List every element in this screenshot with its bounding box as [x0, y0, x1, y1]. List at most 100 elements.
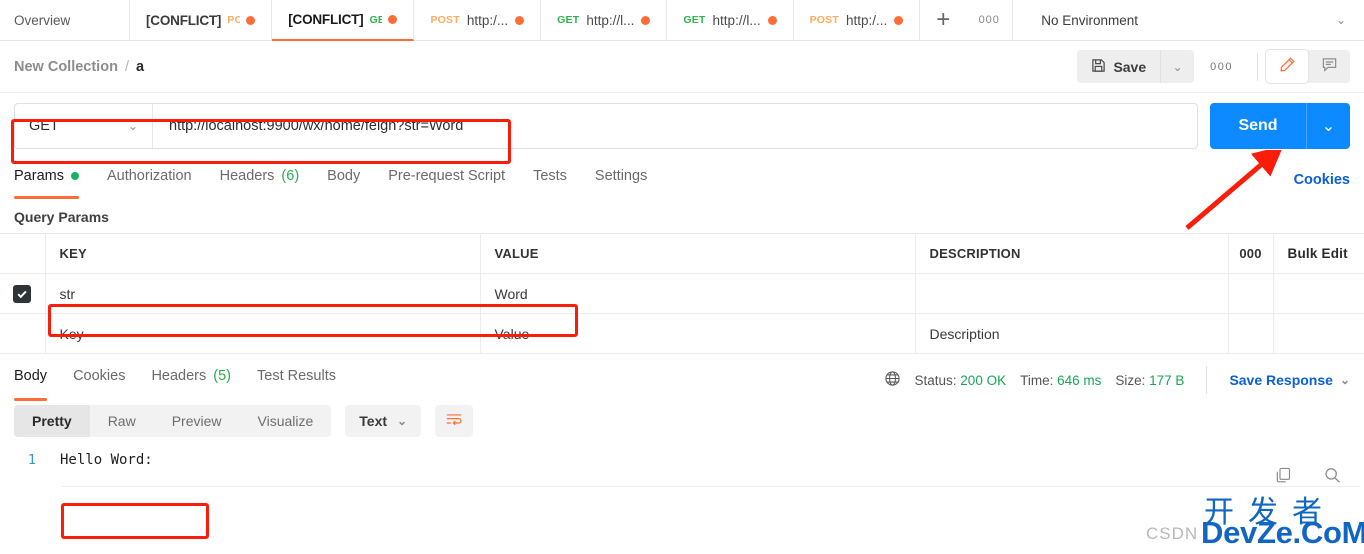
response-view-tabs: Pretty Raw Preview Visualize [14, 405, 332, 437]
tab-overview[interactable]: Overview [0, 0, 130, 40]
breadcrumb-row: New Collection / a Save ⌄ 000 [0, 41, 1364, 93]
save-label: Save [1113, 58, 1147, 75]
tab-settings[interactable]: Settings [595, 161, 647, 199]
chevron-down-icon: ⌄ [1335, 13, 1346, 27]
save-response-label: Save Response [1229, 372, 1333, 388]
divider [1206, 366, 1208, 394]
tab-bar: Overview [CONFLICT] PO [CONFLICT] GE POS… [0, 0, 1364, 41]
table-row: str Word [0, 273, 1364, 314]
tab-request-3[interactable]: POST http:/... [414, 0, 542, 40]
tab-conflict-2[interactable]: [CONFLICT] GE [272, 0, 415, 41]
response-body-text[interactable]: Hello Word: [54, 449, 159, 471]
request-tabs-list: Params Authorization Headers (6) Body Pr… [14, 161, 647, 199]
tab-request-4[interactable]: GET http://l... [541, 0, 668, 40]
response-tab-headers[interactable]: Headers (5) [151, 359, 231, 401]
edit-mode-button[interactable] [1266, 50, 1308, 83]
view-mode-toggle [1266, 50, 1350, 83]
comment-button[interactable] [1308, 50, 1350, 83]
row-value-input[interactable]: Word [480, 273, 916, 314]
tab-method: GET [557, 14, 580, 26]
time-group: Time: 646 ms [1020, 373, 1101, 388]
table-header-row: KEY VALUE DESCRIPTION 000 Bulk Edit [0, 233, 1364, 274]
request-more-button[interactable]: 000 [1194, 61, 1249, 73]
send-group: Send ⌄ [1210, 103, 1350, 149]
response-format-row: Pretty Raw Preview Visualize Text ⌄ [0, 401, 1364, 443]
new-row-value-input[interactable]: Value [480, 313, 916, 354]
url-value: http://localhost:9900/wx/home/feign?str=… [169, 118, 464, 134]
query-params-title: Query Params [14, 209, 109, 225]
tab-pre-request-script[interactable]: Pre-request Script [388, 161, 505, 199]
unsaved-dot-icon [388, 15, 398, 24]
unsaved-dot-icon [641, 15, 651, 25]
response-tab-cookies[interactable]: Cookies [73, 359, 125, 401]
environment-selector[interactable]: No Environment ⌄ [1013, 0, 1364, 40]
tab-label: Headers [151, 368, 207, 384]
bulk-edit-button[interactable]: Bulk Edit [1288, 246, 1348, 261]
tab-label: Body [327, 168, 361, 184]
cookies-link[interactable]: Cookies [1294, 172, 1350, 188]
tab-overflow-button[interactable]: 000 [966, 0, 1012, 40]
tab-conflict-1[interactable]: [CONFLICT] PO [130, 0, 273, 40]
row-checkbox[interactable] [13, 284, 32, 303]
send-button[interactable]: Send [1210, 103, 1306, 149]
header-description: DESCRIPTION [915, 233, 1229, 274]
status-group: Status: 200 OK [915, 373, 1007, 388]
save-button[interactable]: Save [1077, 50, 1161, 83]
tab-title: http:/... [845, 12, 888, 28]
view-raw[interactable]: Raw [90, 405, 154, 437]
header-value: VALUE [480, 233, 916, 274]
breadcrumb-collection[interactable]: New Collection [14, 59, 118, 75]
row-key-input[interactable]: str [45, 273, 481, 314]
word-wrap-icon [445, 411, 463, 432]
search-icon[interactable] [1323, 466, 1342, 490]
params-active-dot-icon [70, 172, 79, 180]
view-pretty[interactable]: Pretty [14, 405, 90, 437]
request-actions: Save ⌄ 000 [1077, 50, 1350, 83]
tab-request-5[interactable]: GET http://l... [667, 0, 794, 40]
word-wrap-button[interactable] [435, 405, 474, 437]
unsaved-dot-icon [894, 15, 904, 25]
response-body: 1 Hello Word: [0, 443, 1364, 487]
new-row-description-input[interactable]: Description [915, 313, 1229, 354]
new-tab-button[interactable]: + [920, 0, 966, 40]
save-options-button[interactable]: ⌄ [1160, 50, 1195, 83]
response-tab-body[interactable]: Body [14, 359, 48, 401]
query-params-table: KEY VALUE DESCRIPTION 000 Bulk Edit str … [0, 233, 1364, 354]
tab-title: [CONFLICT] [288, 12, 364, 27]
comment-icon [1321, 56, 1338, 78]
tab-request-6[interactable]: POST http:/... [794, 0, 921, 40]
tab-label: Cookies [73, 368, 126, 384]
globe-icon[interactable] [884, 370, 901, 390]
tab-authorization[interactable]: Authorization [107, 161, 192, 199]
row-description-input[interactable] [915, 273, 1229, 314]
tab-body[interactable]: Body [327, 161, 360, 199]
url-input[interactable]: http://localhost:9900/wx/home/feign?str=… [153, 104, 1197, 148]
status-value: 200 OK [960, 372, 1007, 388]
response-bar: Body Cookies Headers (5) Test Results St… [0, 359, 1364, 401]
size-value: 177 B [1149, 372, 1185, 388]
url-bar: GET ⌄ http://localhost:9900/wx/home/feig… [14, 103, 1198, 149]
method-select[interactable]: GET ⌄ [15, 104, 153, 148]
tab-count: (6) [281, 168, 300, 184]
response-type-value: Text [359, 413, 388, 429]
send-options-button[interactable]: ⌄ [1306, 103, 1350, 149]
tab-headers[interactable]: Headers (6) [220, 161, 300, 199]
tab-title: http:/... [466, 12, 509, 28]
response-tab-test-results[interactable]: Test Results [257, 359, 336, 401]
tab-bar-controls: + 000 [920, 0, 1014, 40]
header-checkbox-cell [0, 233, 46, 274]
view-visualize[interactable]: Visualize [240, 405, 332, 437]
copy-icon[interactable] [1274, 466, 1293, 490]
save-response-button[interactable]: Save Response ⌄ [1229, 372, 1350, 388]
breadcrumb-request[interactable]: a [136, 59, 144, 75]
environment-label: No Environment [1041, 12, 1139, 28]
new-row-key-input[interactable]: Key [45, 313, 481, 354]
chevron-down-icon: ⌄ [127, 119, 138, 133]
response-type-select[interactable]: Text ⌄ [345, 405, 422, 437]
params-more-button[interactable]: 000 [1228, 233, 1274, 274]
bulk-edit-cell: Bulk Edit [1273, 234, 1364, 274]
view-preview[interactable]: Preview [154, 405, 240, 437]
time-label: Time: [1020, 372, 1054, 388]
tab-params[interactable]: Params [14, 161, 79, 199]
tab-tests[interactable]: Tests [533, 161, 567, 199]
